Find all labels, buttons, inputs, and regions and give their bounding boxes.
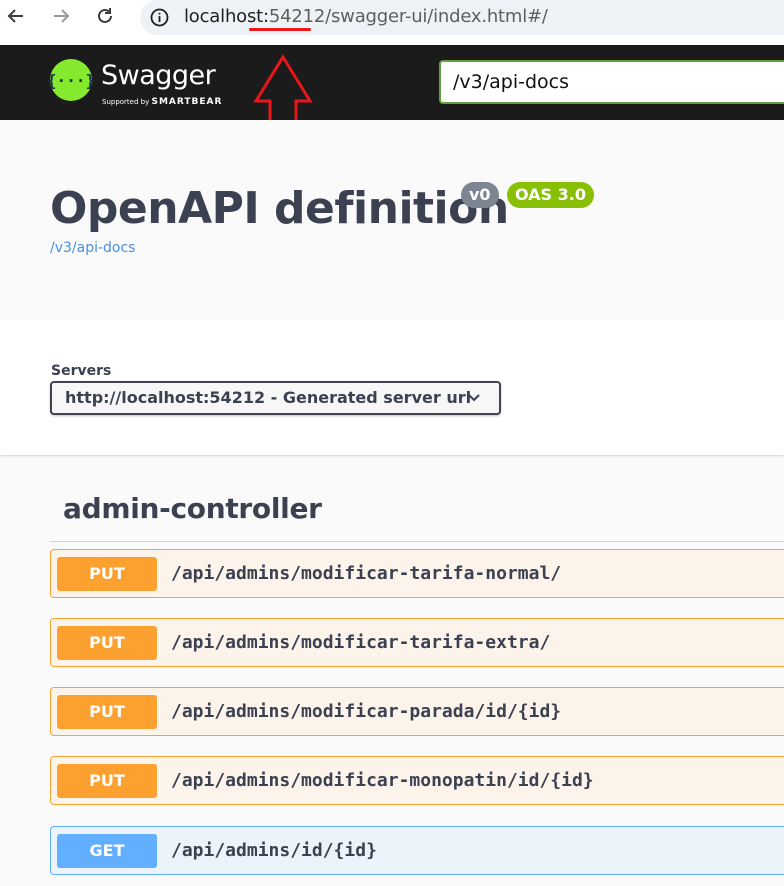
supported-by-label: Supported by bbox=[102, 98, 150, 106]
operation-row[interactable]: PUT /api/admins/modificar-parada/id/{id} bbox=[50, 687, 784, 736]
operation-path: /api/admins/modificar-tarifa-normal/ bbox=[171, 563, 562, 584]
spec-url-input[interactable]: /v3/api-docs bbox=[439, 60, 784, 104]
back-button[interactable] bbox=[2, 4, 30, 28]
reload-button[interactable] bbox=[91, 4, 119, 28]
back-arrow-icon bbox=[7, 9, 23, 23]
address-url[interactable]: localhost:54212/swagger-ui/index.html#/ bbox=[184, 6, 548, 27]
operation-row[interactable]: PUT /api/admins/modificar-tarifa-normal/ bbox=[50, 549, 784, 598]
port-annotation-underline bbox=[249, 28, 311, 31]
browser-toolbar: localhost:54212/swagger-ui/index.html#/ bbox=[0, 0, 784, 45]
site-info-icon[interactable] bbox=[150, 8, 169, 27]
method-badge: GET bbox=[57, 834, 157, 868]
api-docs-link[interactable]: /v3/api-docs bbox=[50, 240, 135, 256]
swagger-brand[interactable]: Swagger bbox=[101, 60, 216, 91]
operation-row[interactable]: GET /api/admins/id/{id} bbox=[50, 826, 784, 875]
controller-divider bbox=[50, 541, 784, 542]
method-badge: PUT bbox=[57, 764, 157, 798]
method-badge: PUT bbox=[57, 626, 157, 660]
url-path: /swagger-ui/index.html#/ bbox=[325, 6, 548, 27]
supported-by-text: Supported by SMARTBEAR bbox=[102, 97, 222, 107]
swagger-logo-icon[interactable]: {···} bbox=[47, 59, 95, 101]
swagger-topbar: {···} Swagger Supported by SMARTBEAR /v3… bbox=[0, 45, 784, 120]
oas-badge: OAS 3.0 bbox=[507, 182, 594, 208]
page-title: OpenAPI definition bbox=[50, 183, 509, 234]
reload-icon bbox=[98, 8, 112, 23]
operation-path: /api/admins/modificar-monopatin/id/{id} bbox=[171, 770, 594, 791]
info-section: OpenAPI definition v0 OAS 3.0 /v3/api-do… bbox=[0, 120, 784, 320]
operation-path: /api/admins/modificar-tarifa-extra/ bbox=[171, 632, 551, 653]
forward-button[interactable] bbox=[47, 4, 75, 28]
operation-row[interactable]: PUT /api/admins/modificar-tarifa-extra/ bbox=[50, 618, 784, 667]
operation-path: /api/admins/modificar-parada/id/{id} bbox=[171, 701, 562, 722]
servers-section: Servers http://localhost:54212 - Generat… bbox=[0, 320, 784, 455]
version-badge: v0 bbox=[461, 182, 499, 208]
method-badge: PUT bbox=[57, 557, 157, 591]
operation-path: /api/admins/id/{id} bbox=[171, 840, 377, 861]
servers-selected-value: http://localhost:54212 - Generated serve… bbox=[65, 388, 472, 407]
operation-row[interactable]: PUT /api/admins/modificar-monopatin/id/{… bbox=[50, 756, 784, 805]
servers-label: Servers bbox=[51, 363, 112, 379]
method-badge: PUT bbox=[57, 695, 157, 729]
controller-title[interactable]: admin-controller bbox=[63, 492, 322, 525]
url-host: localhost: bbox=[184, 6, 269, 27]
forward-arrow-icon bbox=[54, 9, 70, 23]
url-port: 54212 bbox=[268, 6, 326, 27]
chevron-down-icon bbox=[468, 394, 480, 402]
servers-select[interactable]: http://localhost:54212 - Generated serve… bbox=[50, 381, 501, 415]
smartbear-label: SMARTBEAR bbox=[151, 97, 223, 107]
